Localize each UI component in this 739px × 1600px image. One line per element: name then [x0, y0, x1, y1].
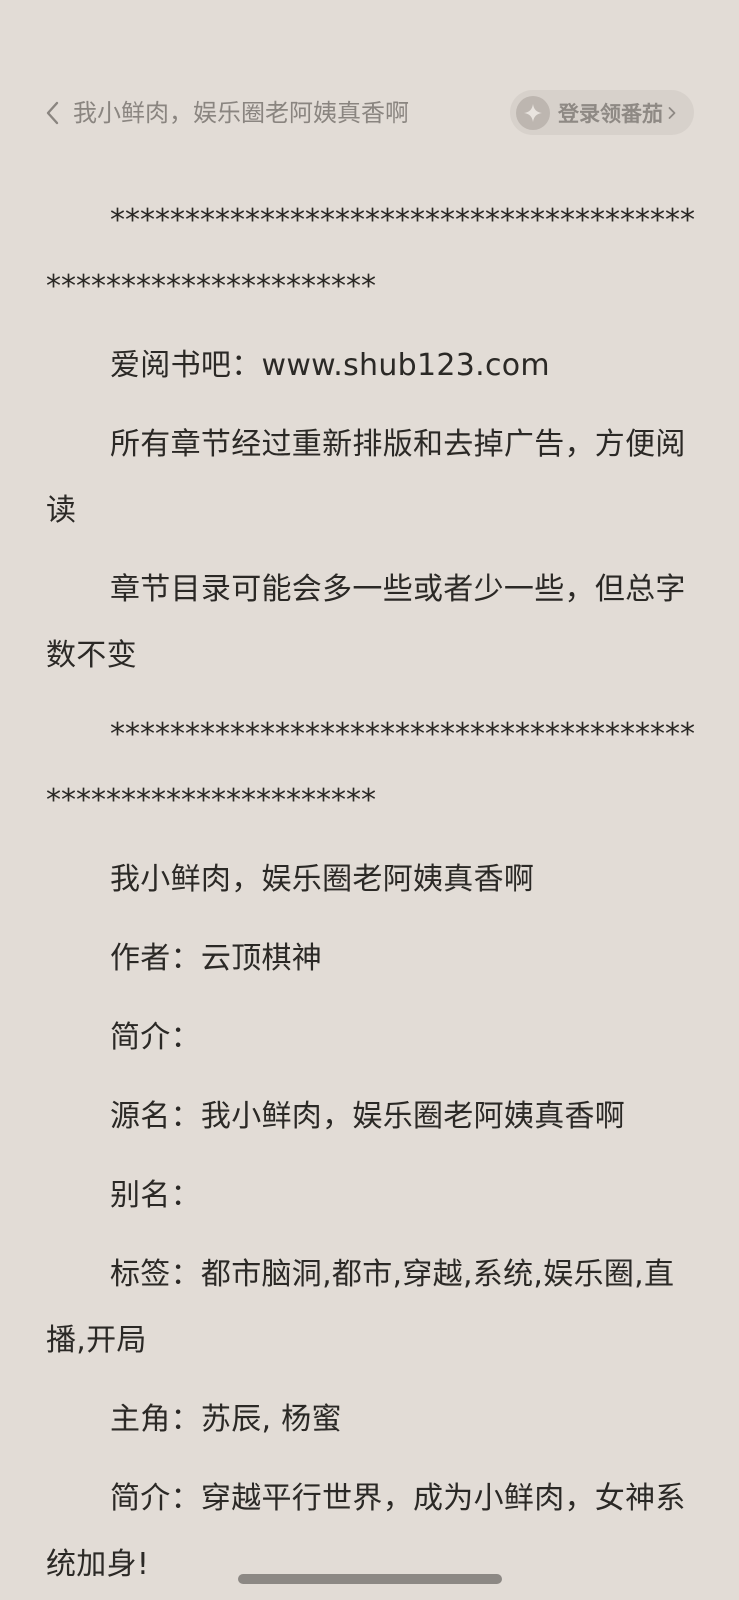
back-button[interactable] — [38, 94, 68, 132]
paragraph: 作者：云顶棋神 — [110, 941, 323, 976]
paragraph: 我小鲜肉，娱乐圈老阿姨真香啊 — [110, 862, 535, 897]
login-reward-button[interactable]: 登录领番茄 — [510, 90, 694, 135]
home-indicator[interactable] — [238, 1574, 502, 1584]
paragraph: 源名：我小鲜肉，娱乐圈老阿姨真香啊 — [110, 1099, 626, 1134]
paragraph: 主角：苏辰, 杨蜜 — [110, 1402, 342, 1437]
chapter-content: ****************************************… — [46, 188, 696, 1600]
paragraph: 章节目录可能会多一些或者少一些，但总字数不变 — [46, 572, 686, 673]
paragraph: 所有章节经过重新排版和去掉广告，方便阅读 — [46, 427, 686, 528]
chevron-left-icon — [46, 101, 59, 125]
separator-line: ****************************************… — [46, 717, 695, 818]
paragraph: 简介： — [110, 1020, 201, 1055]
separator-line: ****************************************… — [46, 203, 695, 304]
paragraph: 别名： — [110, 1178, 201, 1213]
paragraph: 标签：都市脑洞,都市,穿越,系统,娱乐圈,直播,开局 — [46, 1257, 675, 1358]
paragraph: 爱阅书吧：www.shub123.com — [110, 348, 550, 383]
reader-header: 我小鲜肉，娱乐圈老阿姨真香啊 登录领番茄 — [0, 86, 739, 140]
login-reward-label: 登录领番茄 — [558, 101, 663, 126]
book-title: 我小鲜肉，娱乐圈老阿姨真香啊 — [73, 99, 409, 127]
sparkle-icon — [516, 95, 550, 130]
chevron-right-icon — [667, 105, 677, 121]
